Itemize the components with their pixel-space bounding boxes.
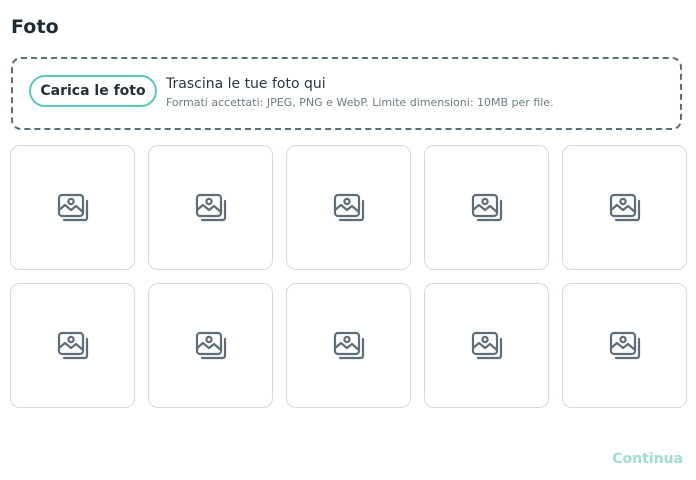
image-placeholder-icon xyxy=(194,191,228,225)
photo-slot[interactable] xyxy=(562,145,687,270)
image-placeholder-icon xyxy=(56,191,90,225)
dropzone-hint: Formati accettati: JPEG, PNG e WebP. Lim… xyxy=(166,96,554,109)
page-title: Foto xyxy=(11,16,59,38)
image-placeholder-icon xyxy=(470,191,504,225)
dropzone-title: Trascina le tue foto qui xyxy=(166,76,326,92)
photo-dropzone[interactable]: Carica le foto Trascina le tue foto qui … xyxy=(11,57,682,130)
image-placeholder-icon xyxy=(332,191,366,225)
image-placeholder-icon xyxy=(332,329,366,363)
photo-slot[interactable] xyxy=(148,283,273,408)
photo-slot[interactable] xyxy=(286,283,411,408)
photo-slot[interactable] xyxy=(424,145,549,270)
photo-slot[interactable] xyxy=(10,283,135,408)
photo-slot[interactable] xyxy=(10,145,135,270)
image-placeholder-icon xyxy=(56,329,90,363)
image-placeholder-icon xyxy=(470,329,504,363)
image-placeholder-icon xyxy=(608,329,642,363)
photo-slot[interactable] xyxy=(562,283,687,408)
upload-photos-button[interactable]: Carica le foto xyxy=(29,75,157,107)
photo-slot[interactable] xyxy=(424,283,549,408)
image-placeholder-icon xyxy=(608,191,642,225)
photo-slot[interactable] xyxy=(148,145,273,270)
dropzone-text: Trascina le tue foto qui Formati accetta… xyxy=(166,76,554,109)
photo-slot[interactable] xyxy=(286,145,411,270)
image-placeholder-icon xyxy=(194,329,228,363)
continue-button[interactable]: Continua xyxy=(612,451,683,467)
